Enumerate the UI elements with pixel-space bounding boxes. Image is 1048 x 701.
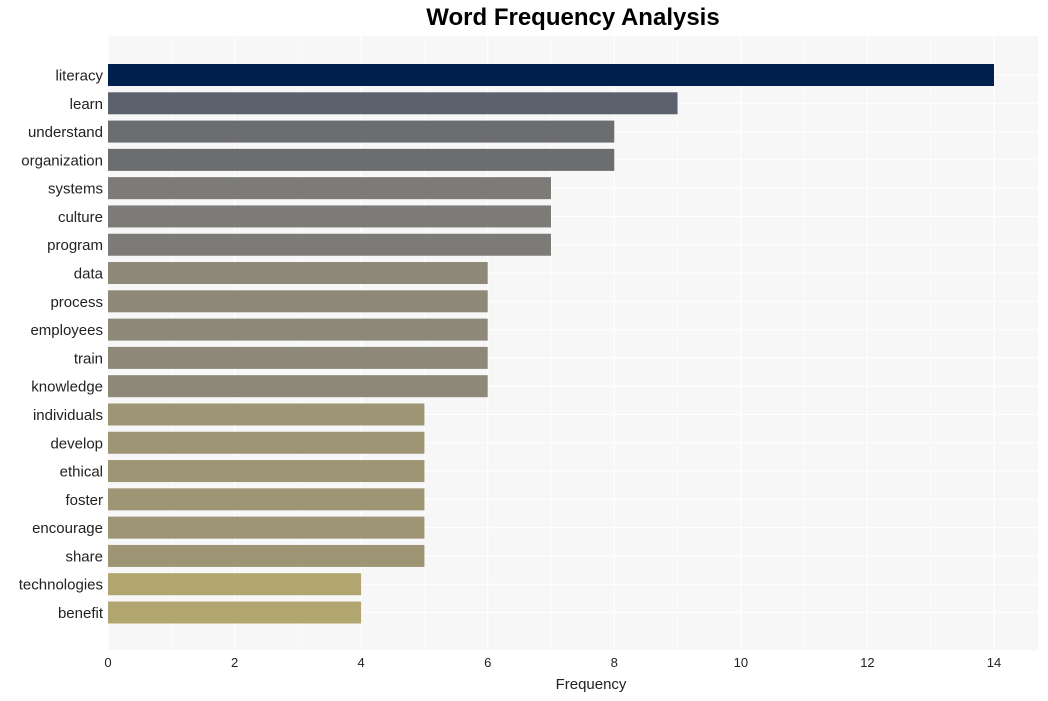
x-tick-label: 8 xyxy=(611,655,618,670)
y-tick-label: literacy xyxy=(55,68,103,85)
y-tick-label: technologies xyxy=(19,577,103,594)
x-tick-label: 4 xyxy=(358,655,365,670)
bar-share xyxy=(108,544,425,567)
bar-ethical xyxy=(108,460,425,483)
x-tick-labels: 0 2 4 6 8 10 12 14 xyxy=(104,655,1001,670)
y-tick-label: foster xyxy=(65,492,103,509)
bar-data xyxy=(108,262,488,285)
y-tick-label: organization xyxy=(21,152,103,169)
bar-encourage xyxy=(108,516,425,539)
bar-understand xyxy=(108,120,615,143)
bar-learn xyxy=(108,92,678,115)
y-tick-label: develop xyxy=(50,435,103,452)
bar-individuals xyxy=(108,403,425,426)
x-tick-label: 0 xyxy=(104,655,111,670)
y-tick-label: program xyxy=(47,237,103,254)
y-tick-label: ethical xyxy=(60,464,103,481)
bar-technologies xyxy=(108,573,362,596)
y-tick-label: knowledge xyxy=(31,379,103,396)
x-tick-label: 12 xyxy=(860,655,874,670)
bar-chart: literacy learn understand organization syste… xyxy=(19,36,1038,693)
bar-employees xyxy=(108,318,488,341)
y-tick-label: employees xyxy=(30,322,103,339)
bar-process xyxy=(108,290,488,313)
x-tick-label: 2 xyxy=(231,655,238,670)
y-tick-labels: literacy learn understand organization syste… xyxy=(19,68,104,623)
y-tick-label: encourage xyxy=(32,520,103,537)
bar-knowledge xyxy=(108,375,488,398)
bar-train xyxy=(108,346,488,369)
bar-program xyxy=(108,233,551,256)
y-tick-label: data xyxy=(74,266,104,283)
x-tick-label: 6 xyxy=(484,655,491,670)
y-tick-label: individuals xyxy=(33,407,103,424)
y-tick-label: culture xyxy=(58,209,103,226)
x-tick-label: 10 xyxy=(734,655,748,670)
x-axis-label: Frequency xyxy=(556,676,627,693)
x-tick-label: 14 xyxy=(987,655,1001,670)
bar-foster xyxy=(108,488,425,511)
bar-literacy xyxy=(108,64,994,86)
y-tick-label: learn xyxy=(70,96,103,113)
y-tick-label: share xyxy=(65,548,103,565)
bar-benefit xyxy=(108,601,362,624)
y-tick-label: process xyxy=(50,294,103,311)
y-tick-label: benefit xyxy=(58,605,104,622)
bar-culture xyxy=(108,205,551,228)
y-tick-label: train xyxy=(74,350,103,367)
bar-systems xyxy=(108,177,551,200)
y-tick-label: understand xyxy=(28,124,103,141)
bar-develop xyxy=(108,431,425,454)
y-tick-label: systems xyxy=(48,181,103,198)
bar-organization xyxy=(108,148,615,171)
